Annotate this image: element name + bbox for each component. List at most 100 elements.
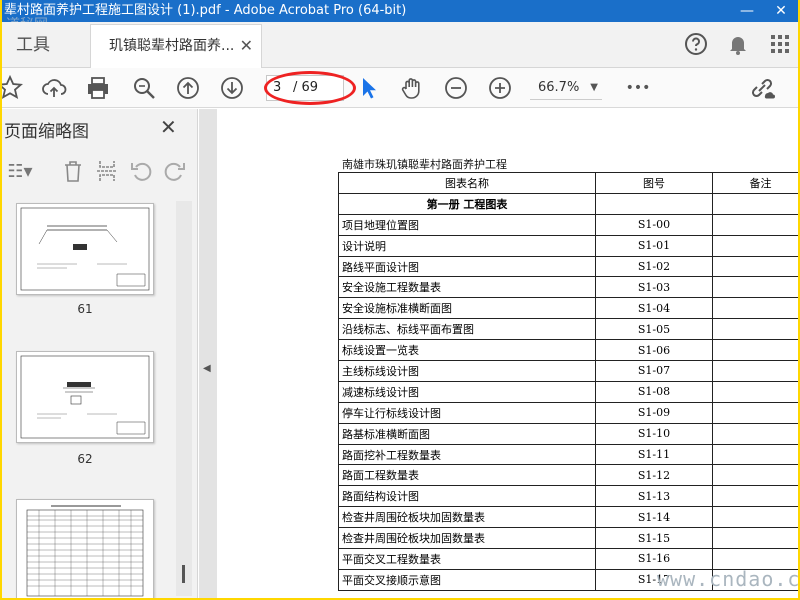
tab-row: 工具 玑镇聪辈村路面养... ✕ — [2, 22, 798, 68]
star-icon[interactable] — [2, 74, 24, 102]
table-cell — [712, 192, 798, 215]
table-row: 标线设置一览表 S1-06 — [338, 339, 798, 362]
drawing-name-cell: 路基标准横断面图 — [338, 422, 596, 445]
tab-close-button[interactable]: ✕ — [240, 25, 253, 67]
tab-document-label: 玑镇聪辈村路面养... — [109, 38, 235, 54]
minimize-button[interactable]: — — [730, 0, 764, 22]
trash-icon[interactable] — [60, 159, 86, 185]
title-bar: 辈村路面养护工程施工图设计 (1).pdf - Adobe Acrobat Pr… — [2, 0, 798, 22]
drawing-code-cell: S1-00 — [595, 213, 713, 236]
more-tools-icon[interactable]: ••• — [624, 74, 652, 102]
help-icon[interactable] — [684, 32, 708, 56]
close-window-button[interactable]: ✕ — [764, 0, 798, 22]
zoom-out-icon[interactable] — [442, 74, 470, 102]
collapse-arrow-icon[interactable]: ◀ — [203, 363, 211, 374]
section-row: 第一册 工程图表 — [338, 192, 798, 215]
thumbnail-label: 62 — [77, 452, 93, 466]
options-menu-icon[interactable]: ☷▾ — [2, 159, 38, 185]
remarks-cell — [712, 297, 798, 320]
table-row: 检查井周围砼板块加固数量表 S1-14 — [338, 506, 798, 529]
table-row: 沿线标志、标线平面布置图 S1-05 — [338, 318, 798, 341]
remarks-cell — [712, 506, 798, 529]
section-title: 第一册 工程图表 — [338, 192, 596, 215]
scrollbar-thumb[interactable] — [182, 565, 185, 583]
drawing-name-cell: 平面交叉接顺示意图 — [338, 568, 596, 591]
chevron-down-icon: ▼ — [590, 82, 598, 93]
drawing-name-cell: 路面挖补工程数量表 — [338, 443, 596, 466]
document-view: 南雄市珠玑镇聪辈村路面养护工程 图表名称 图号 备注 第一册 工程图表 项目地理… — [217, 109, 798, 598]
drawing-code-cell: S1-12 — [595, 464, 713, 487]
drawing-code-cell: S1-11 — [595, 443, 713, 466]
tab-tools[interactable]: 工具 — [2, 22, 78, 68]
remarks-cell — [712, 213, 798, 236]
drawing-name-cell: 项目地理位置图 — [338, 213, 596, 236]
bell-icon[interactable] — [726, 32, 750, 56]
table-row: 路面工程数量表 S1-12 — [338, 464, 798, 487]
column-header: 图表名称 — [338, 172, 596, 194]
hand-tool-icon[interactable] — [398, 74, 426, 102]
table-row: 设计说明 S1-01 — [338, 234, 798, 257]
drawing-name-cell: 设计说明 — [338, 234, 596, 257]
share-link-icon[interactable] — [748, 74, 776, 102]
table-header-row: 图表名称 图号 备注 — [338, 172, 798, 194]
drawing-code-cell: S1-06 — [595, 339, 713, 362]
drawing-name-cell: 减速标线设计图 — [338, 380, 596, 403]
page-thumbnail-61[interactable] — [16, 203, 154, 295]
thumbnail-panel: 页面缩略图 ✕ ☷▾ 61 62 — [2, 109, 198, 598]
print-icon[interactable] — [84, 74, 112, 102]
drawing-code-cell: S1-13 — [595, 485, 713, 508]
drawing-name-cell: 主线标线设计图 — [338, 360, 596, 382]
thumbnail-list: 61 62 — [2, 199, 198, 598]
document-heading: 南雄市珠玑镇聪辈村路面养护工程 — [342, 158, 507, 171]
page-thumbnail-62[interactable] — [16, 351, 154, 443]
drawing-name-cell: 平面交叉工程数量表 — [338, 548, 596, 570]
drawing-code-cell: S1-07 — [595, 360, 713, 382]
table-row: 减速标线设计图 S1-08 — [338, 380, 798, 403]
watermark: www.cndao.com — [657, 567, 798, 591]
drawing-index-table: 图表名称 图号 备注 第一册 工程图表 项目地理位置图 S1-00 设计说明 S1-0… — [338, 172, 798, 591]
remarks-cell — [712, 422, 798, 445]
column-header: 备注 — [712, 172, 798, 194]
drawing-name-cell: 路面结构设计图 — [338, 485, 596, 508]
remarks-cell — [712, 401, 798, 424]
drawing-name-cell: 路面工程数量表 — [338, 464, 596, 487]
zoom-in-icon[interactable] — [486, 74, 514, 102]
panel-collapse-strip[interactable]: ◀ — [199, 109, 217, 598]
zoom-level-select[interactable]: 66.7% ▼ — [530, 76, 602, 100]
thumbnail-scrollbar[interactable] — [176, 201, 192, 596]
table-cell — [595, 192, 713, 215]
rotate-right-icon[interactable] — [162, 159, 188, 185]
previous-page-icon[interactable] — [174, 74, 202, 102]
next-page-icon[interactable] — [218, 74, 246, 102]
table-row: 检查井周围砼板块加固数量表 S1-15 — [338, 527, 798, 550]
cloud-upload-icon[interactable] — [40, 74, 68, 102]
apps-grid-icon[interactable] — [768, 32, 792, 56]
page-thumbnail-63[interactable] — [16, 499, 154, 598]
acrobat-window: 辈村路面养护工程施工图设计 (1).pdf - Adobe Acrobat Pr… — [2, 0, 798, 598]
drawing-code-cell: S1-04 — [595, 297, 713, 320]
remarks-cell — [712, 485, 798, 508]
zoom-value: 66.7% — [538, 80, 580, 95]
table-row: 安全设施工程数量表 S1-03 — [338, 276, 798, 299]
remarks-cell — [712, 339, 798, 362]
extract-page-icon[interactable] — [94, 159, 120, 185]
drawing-code-cell: S1-10 — [595, 422, 713, 445]
tab-document[interactable]: 玑镇聪辈村路面养... ✕ — [90, 24, 262, 68]
panel-close-button[interactable]: ✕ — [160, 115, 177, 139]
drawing-code-cell: S1-03 — [595, 276, 713, 299]
panel-title: 页面缩略图 — [4, 122, 89, 142]
window-controls: — ✕ — [730, 0, 798, 22]
zoom-search-icon[interactable] — [130, 74, 158, 102]
remarks-cell — [712, 443, 798, 466]
remarks-cell — [712, 234, 798, 257]
table-row: 路基标准横断面图 S1-10 — [338, 422, 798, 445]
table-row: 停车让行标线设计图 S1-09 — [338, 401, 798, 424]
drawing-name-cell: 标线设置一览表 — [338, 339, 596, 362]
drawing-code-cell: S1-14 — [595, 506, 713, 529]
highlight-ring — [264, 71, 356, 105]
rotate-left-icon[interactable] — [128, 159, 154, 185]
table-row: 路线平面设计图 S1-02 — [338, 255, 798, 278]
select-pointer-icon[interactable] — [354, 74, 382, 102]
main-toolbar: 3 / 69 66.7% ▼ ••• — [2, 68, 798, 108]
drawing-code-cell: S1-08 — [595, 380, 713, 403]
